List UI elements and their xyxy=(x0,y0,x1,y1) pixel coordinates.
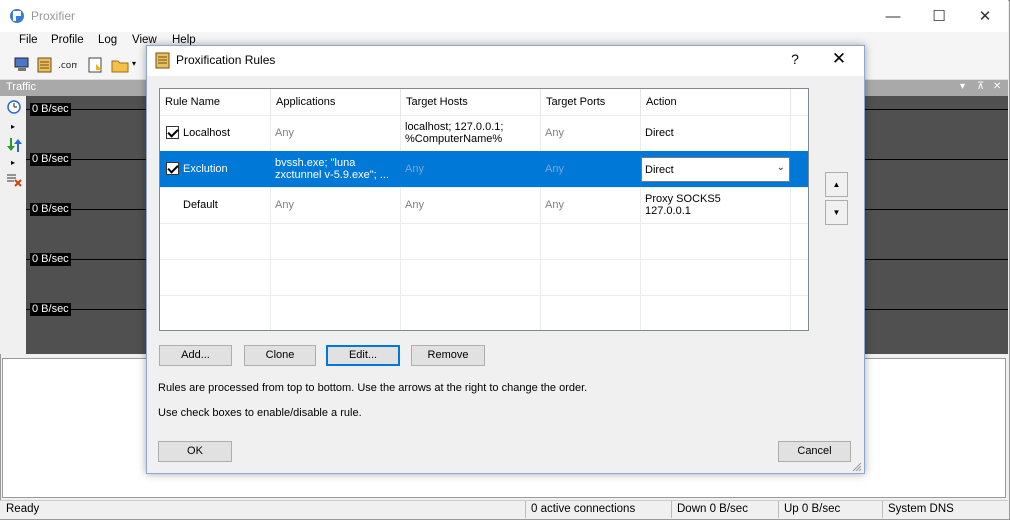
info-order-text: Rules are processed from top to bottom. … xyxy=(158,382,588,394)
column-header-target-hosts[interactable]: Target Hosts xyxy=(401,89,541,115)
traffic-label: 0 B/sec xyxy=(30,203,71,216)
rules-table[interactable]: Rule Name Applications Target Hosts Targ… xyxy=(159,88,809,331)
rule-applications: bvssh.exe; "luna zxctunnel v-5.9.exe"; .… xyxy=(270,151,400,187)
rule-target-hosts-line: localhost; 127.0.0.1; xyxy=(405,121,504,133)
dialog-close-button[interactable]: ✕ xyxy=(828,49,850,69)
traffic-label: 0 B/sec xyxy=(30,253,71,266)
remove-rule-button[interactable]: Remove xyxy=(411,345,485,366)
svg-text:.com: .com xyxy=(58,61,77,71)
profile-icon[interactable] xyxy=(35,56,55,74)
toolbar-dropdown-arrow-icon[interactable]: ▾ xyxy=(132,59,136,68)
computer-icon[interactable] xyxy=(13,56,33,74)
dotcom-icon[interactable]: .com xyxy=(57,56,77,74)
traffic-label: 0 B/sec xyxy=(30,153,71,166)
rule-action: Direct xyxy=(645,127,674,139)
transfer-arrows-icon[interactable] xyxy=(6,136,22,154)
clear-log-icon[interactable] xyxy=(5,172,23,188)
rule-action-line: 127.0.0.1 xyxy=(645,205,691,217)
traffic-sidebar xyxy=(0,96,26,354)
move-up-button[interactable]: ▲ xyxy=(825,172,848,197)
pane-menu-icon[interactable]: ▾ xyxy=(960,81,965,92)
rule-row-default[interactable]: Default Any Any Any Proxy SOCKS5 127.0.0… xyxy=(160,187,808,223)
pane-pin-icon[interactable]: ⊼ xyxy=(977,81,984,92)
move-down-button[interactable]: ▼ xyxy=(825,200,848,225)
traffic-title: Traffic xyxy=(6,81,36,93)
dialog-title: Proxification Rules xyxy=(176,53,276,67)
resize-grip-icon[interactable] xyxy=(852,462,862,472)
rule-applications-line: zxctunnel v-5.9.exe"; ... xyxy=(275,169,389,181)
rules-icon[interactable] xyxy=(86,56,106,74)
rule-applications-line: bvssh.exe; "luna xyxy=(275,157,356,169)
edit-rule-button[interactable]: Edit... xyxy=(326,345,400,366)
clock-icon[interactable] xyxy=(6,98,22,116)
rule-target-hosts: Any xyxy=(405,199,424,211)
clone-rule-button[interactable]: Clone xyxy=(244,345,316,366)
rule-target-ports: Any xyxy=(545,127,564,139)
table-gridline xyxy=(160,259,808,260)
menu-log[interactable]: Log xyxy=(98,34,117,46)
column-header-rule-name[interactable]: Rule Name xyxy=(160,89,271,115)
menu-profile[interactable]: Profile xyxy=(51,34,84,46)
column-header-action[interactable]: Action xyxy=(641,89,791,115)
app-title: Proxifier xyxy=(31,9,76,23)
expand-arrow-icon[interactable]: ▸ xyxy=(11,122,15,131)
add-rule-button[interactable]: Add... xyxy=(159,345,232,366)
column-header-filler xyxy=(791,89,808,115)
status-divider xyxy=(671,501,672,518)
rules-dialog-icon xyxy=(155,52,170,69)
column-header-target-ports[interactable]: Target Ports xyxy=(541,89,641,115)
minimize-button[interactable]: — xyxy=(870,0,916,32)
rule-target-hosts: localhost; 127.0.0.1; %ComputerName% xyxy=(400,115,540,151)
rule-name: Default xyxy=(183,199,218,211)
rule-row-exclution[interactable]: Exclution bvssh.exe; "luna zxctunnel v-5… xyxy=(160,151,808,187)
rule-action-line: Proxy SOCKS5 xyxy=(645,193,721,205)
status-divider xyxy=(882,501,883,518)
help-button[interactable]: ? xyxy=(788,51,802,67)
rule-name: Localhost xyxy=(183,127,231,139)
rule-row-localhost[interactable]: Localhost Any localhost; 127.0.0.1; %Com… xyxy=(160,115,808,151)
close-window-button[interactable]: ✕ xyxy=(962,0,1008,32)
rule-applications: Any xyxy=(275,199,294,211)
status-divider xyxy=(778,501,779,518)
ok-button[interactable]: OK xyxy=(158,441,232,462)
rule-target-ports: Any xyxy=(545,199,564,211)
maximize-button[interactable]: ☐ xyxy=(916,0,962,32)
up-arrow-icon: ▲ xyxy=(832,180,841,189)
traffic-label: 0 B/sec xyxy=(30,103,71,116)
menu-file[interactable]: File xyxy=(19,34,38,46)
rule-target-hosts: Any xyxy=(405,163,424,175)
folder-settings-icon[interactable] xyxy=(110,56,130,74)
rule-name: Exclution xyxy=(183,163,228,175)
status-upload: Up 0 B/sec xyxy=(784,503,841,515)
down-arrow-icon: ▼ xyxy=(832,208,841,217)
action-dropdown-value: Direct xyxy=(645,163,674,176)
chevron-down-icon[interactable]: ⌄ xyxy=(777,162,785,173)
status-ready: Ready xyxy=(6,503,40,515)
status-dns: System DNS xyxy=(888,503,954,515)
rule-action: Proxy SOCKS5 127.0.0.1 xyxy=(640,187,790,223)
expand-arrow-icon-2[interactable]: ▸ xyxy=(11,158,15,167)
cancel-button[interactable]: Cancel xyxy=(778,441,851,462)
status-bar xyxy=(0,500,1008,519)
column-header-applications[interactable]: Applications xyxy=(271,89,401,115)
status-connections: 0 active connections xyxy=(531,503,636,515)
info-checkbox-text: Use check boxes to enable/disable a rule… xyxy=(158,407,362,419)
proxifier-logo-icon xyxy=(10,9,24,23)
traffic-label: 0 B/sec xyxy=(30,303,71,316)
rule-target-hosts-line: %ComputerName% xyxy=(405,133,503,145)
rule-target-ports: Any xyxy=(545,163,564,175)
main-titlebar xyxy=(0,0,1008,32)
action-dropdown[interactable]: Direct ⌄ xyxy=(641,157,790,182)
status-divider xyxy=(525,501,526,518)
rule-applications: Any xyxy=(275,127,294,139)
pane-close-icon[interactable]: ✕ xyxy=(993,81,1001,92)
table-gridline xyxy=(160,295,808,296)
status-download: Down 0 B/sec xyxy=(677,503,748,515)
table-gridline xyxy=(160,223,808,224)
